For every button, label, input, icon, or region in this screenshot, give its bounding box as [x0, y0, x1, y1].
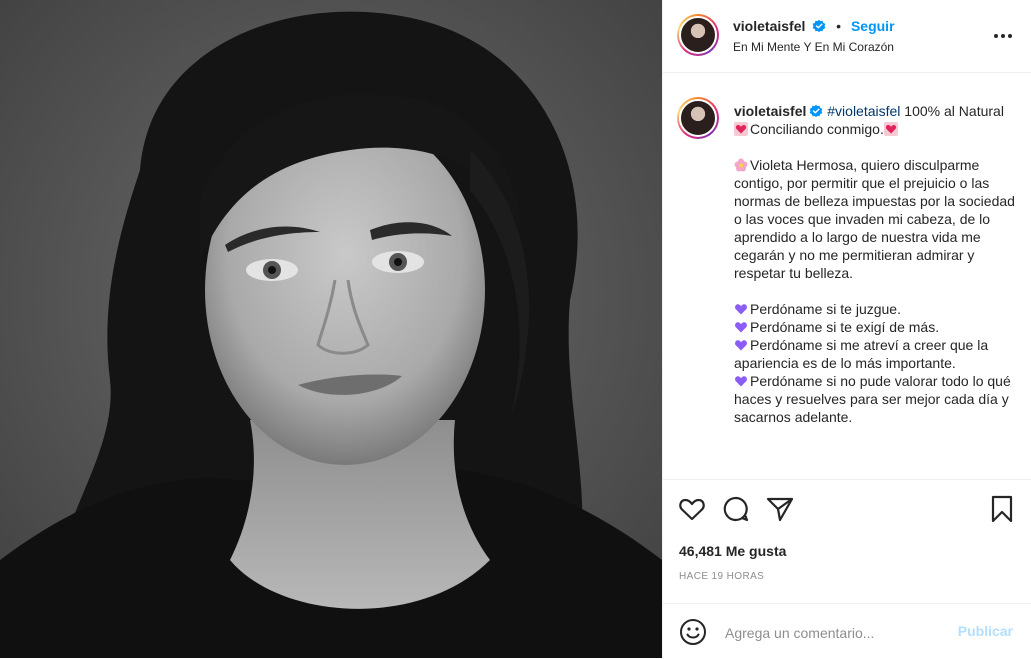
avatar[interactable] [677, 14, 719, 56]
action-bar [663, 480, 1031, 540]
purple-heart-icon [735, 376, 747, 387]
likes-count[interactable]: 46,481 Me gusta [679, 543, 786, 559]
post-header: violetaisfel • Seguir En Mi Mente Y En M… [663, 0, 1031, 73]
caption-line2: Conciliando conmigo. [750, 121, 884, 137]
location-link[interactable]: En Mi Mente Y En Mi Corazón [733, 40, 894, 54]
caption-text: violetaisfel #violetaisfel 100% al Natur… [734, 102, 1020, 426]
comment-input[interactable] [723, 620, 947, 646]
post-photo[interactable] [0, 0, 662, 658]
share-direct-icon[interactable] [765, 494, 795, 524]
publish-button[interactable]: Publicar [958, 623, 1013, 639]
caption-area: violetaisfel #violetaisfel 100% al Natur… [663, 73, 1031, 480]
follow-button[interactable]: Seguir [851, 18, 895, 34]
caption-paragraph: Violeta Hermosa, quiero disculparme cont… [734, 157, 1015, 281]
username-link[interactable]: violetaisfel [733, 18, 805, 34]
purple-heart-icon [735, 322, 747, 333]
verified-badge-icon [812, 19, 826, 33]
portrait-image [0, 0, 662, 658]
caption-line1: 100% al Natural [900, 103, 1004, 119]
more-options-icon[interactable] [993, 26, 1013, 46]
heart-emoji-icon [883, 122, 898, 136]
blossom-emoji-icon [734, 158, 748, 172]
hashtag-link[interactable]: #violetaisfel [827, 103, 900, 119]
like-heart-icon[interactable] [677, 494, 707, 524]
caption-list-item: Perdóname si no pude valorar todo lo qué… [734, 373, 1011, 425]
caption-list-item: Perdóname si me atreví a creer que la ap… [734, 337, 989, 371]
caption-avatar[interactable] [677, 97, 719, 139]
purple-heart-icon [735, 304, 747, 315]
caption-list-item: Perdóname si te juzgue. [750, 301, 901, 317]
separator-dot: • [836, 18, 842, 34]
header-user-line: violetaisfel • Seguir [733, 18, 895, 34]
purple-heart-icon [735, 340, 747, 351]
heart-emoji-icon [734, 122, 748, 136]
instagram-post: violetaisfel • Seguir En Mi Mente Y En M… [0, 0, 1031, 658]
post-timestamp[interactable]: HACE 19 HORAS [679, 571, 764, 582]
emoji-smiley-icon[interactable] [679, 618, 707, 646]
comment-icon[interactable] [721, 494, 751, 524]
post-side-panel: violetaisfel • Seguir En Mi Mente Y En M… [662, 0, 1031, 658]
caption-username-link[interactable]: violetaisfel [734, 103, 806, 119]
caption-list-item: Perdóname si te exigí de más. [750, 319, 940, 335]
verified-badge-icon [810, 104, 823, 118]
comment-bar: Publicar [663, 603, 1031, 659]
save-bookmark-icon[interactable] [987, 494, 1017, 524]
